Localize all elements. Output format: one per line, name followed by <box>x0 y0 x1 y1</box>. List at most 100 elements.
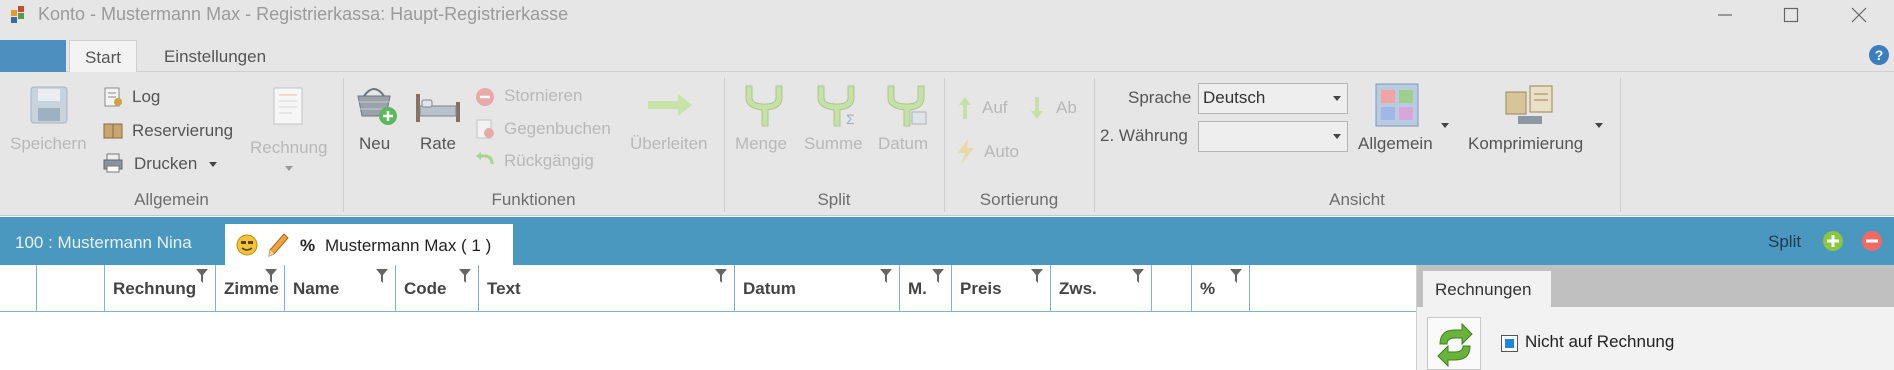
sprache-select[interactable]: Deutsch <box>1198 83 1348 114</box>
grid-col-code[interactable]: Code <box>396 265 479 312</box>
ribbon-tab-strip: Start Einstellungen ? <box>0 30 1894 73</box>
stornieren-button[interactable]: Stornieren <box>504 86 582 106</box>
pencil-icon <box>268 233 289 257</box>
grid-col-11[interactable] <box>1152 265 1192 312</box>
split-label: Split <box>1768 232 1802 251</box>
compression-icon <box>1505 85 1553 124</box>
grid-col-percent[interactable]: % <box>1192 265 1250 312</box>
filter-icon[interactable] <box>1031 269 1043 283</box>
invoice-icon <box>273 87 303 125</box>
sort-auto-button[interactable]: Auto <box>984 142 1019 162</box>
ribbon: Speichern Log Reservierung Drucken Rechn… <box>0 72 1894 216</box>
chevron-down-icon <box>1333 134 1341 139</box>
reservierung-button[interactable]: Reservierung <box>132 121 233 141</box>
minimize-button[interactable] <box>1690 0 1760 30</box>
grid-col-menge[interactable]: M. <box>900 265 952 312</box>
help-icon[interactable]: ? <box>1868 44 1890 66</box>
chevron-down-icon <box>1333 96 1341 101</box>
title-bar: Konto - Mustermann Max - Registrierkassa… <box>0 0 1894 30</box>
group-label-allgemein: Allgemein <box>134 190 209 209</box>
filter-icon[interactable] <box>1132 269 1144 283</box>
allgemein-view-button[interactable]: Allgemein <box>1358 134 1433 154</box>
datum-button[interactable]: Datum <box>878 134 928 154</box>
arrow-down-icon <box>1031 97 1043 119</box>
close-button[interactable] <box>1824 0 1894 30</box>
filter-icon[interactable] <box>196 269 208 283</box>
counter-booking-icon <box>476 119 494 139</box>
group-separator <box>1620 78 1621 212</box>
refresh-button[interactable] <box>1427 317 1481 370</box>
invoice-panel-tabbar: Rechnungen <box>1417 265 1894 307</box>
split-date-icon <box>887 85 927 127</box>
percent-symbol: % <box>300 236 316 255</box>
window-title: Konto - Mustermann Max - Registrierkassa… <box>38 4 569 24</box>
basket-add-icon <box>357 88 397 125</box>
account-tab-max-label: Mustermann Max ( 1 ) <box>325 236 492 255</box>
account-tab-nina[interactable]: 100 : Mustermann Nina <box>15 233 192 253</box>
add-split-icon[interactable] <box>1822 230 1844 252</box>
maximize-button[interactable] <box>1756 0 1826 30</box>
filter-icon[interactable] <box>1230 269 1242 283</box>
tab-start[interactable]: Start <box>69 40 137 73</box>
tab-einstellungen[interactable]: Einstellungen <box>150 40 280 73</box>
filter-icon[interactable] <box>880 269 892 283</box>
filter-icon[interactable] <box>265 269 277 283</box>
filter-icon[interactable] <box>459 269 471 283</box>
grid-col-0[interactable] <box>0 265 37 312</box>
nicht-auf-rechnung-checkbox[interactable] <box>1501 335 1518 352</box>
close-icon <box>1851 7 1867 23</box>
bed-icon <box>416 94 460 122</box>
undo-icon <box>476 152 494 165</box>
layout-icon <box>1375 83 1419 127</box>
grid-col-13[interactable] <box>1250 265 1416 312</box>
ueberleiten-button[interactable]: Überleiten <box>630 134 708 154</box>
komprimierung-button[interactable]: Komprimierung <box>1468 134 1583 154</box>
svg-text:Σ: Σ <box>846 111 855 127</box>
rate-button[interactable]: Rate <box>420 134 456 154</box>
minimize-icon <box>1718 14 1732 16</box>
chevron-down-icon <box>1595 123 1603 128</box>
rechnung-button[interactable]: Rechnung <box>250 138 328 158</box>
rueckgaengig-button[interactable]: Rückgängig <box>504 151 594 171</box>
account-tab-bar: 100 : Mustermann Nina % Mustermann Max (… <box>0 217 1894 265</box>
group-label-sortierung: Sortierung <box>979 190 1059 209</box>
arrow-up-icon <box>959 97 971 119</box>
split-quantity-icon <box>745 85 783 127</box>
filter-icon[interactable] <box>376 269 388 283</box>
summe-button[interactable]: Summe <box>804 134 863 154</box>
drucken-button[interactable]: Drucken <box>134 154 197 174</box>
save-icon <box>30 86 68 124</box>
gegenbuchen-button[interactable]: Gegenbuchen <box>504 119 611 139</box>
file-tab[interactable] <box>0 40 66 72</box>
sprache-label: Sprache <box>1128 88 1192 107</box>
refresh-icon <box>1437 322 1473 368</box>
group-label-ansicht: Ansicht <box>1329 190 1385 209</box>
sort-auf-button[interactable]: Auf <box>982 98 1008 118</box>
grid-col-preis[interactable]: Preis <box>952 265 1051 312</box>
grid-col-datum[interactable]: Datum <box>735 265 900 312</box>
menge-button[interactable]: Menge <box>735 134 787 154</box>
account-tab-max[interactable]: % Mustermann Max ( 1 ) <box>225 224 513 265</box>
grid-col-rechnung[interactable]: Rechnung <box>105 265 216 312</box>
sort-ab-button[interactable]: Ab <box>1056 98 1077 118</box>
split-sum-icon: Σ <box>817 85 855 127</box>
grid-col-zimmer[interactable]: Zimmer <box>216 265 285 312</box>
grid-header: Rechnung Zimmer Name Code Text Datum M. <box>0 265 1416 312</box>
save-button[interactable]: Speichern <box>10 134 87 154</box>
grid-col-name[interactable]: Name <box>285 265 396 312</box>
neu-button[interactable]: Neu <box>359 134 390 154</box>
remove-split-icon[interactable] <box>1861 230 1883 252</box>
grid-col-zws[interactable]: Zws. <box>1051 265 1152 312</box>
waehrung-select[interactable] <box>1198 121 1348 152</box>
transfer-arrow-icon <box>648 94 692 116</box>
grid-col-text[interactable]: Text <box>479 265 735 312</box>
tab-rechnungen[interactable]: Rechnungen <box>1423 271 1551 307</box>
nicht-auf-rechnung-label: Nicht auf Rechnung <box>1525 332 1675 351</box>
chevron-down-icon <box>1441 123 1449 128</box>
filter-icon[interactable] <box>715 269 727 283</box>
grid-col-1[interactable] <box>37 265 105 312</box>
group-label-funktionen: Funktionen <box>491 190 576 209</box>
filter-icon[interactable] <box>932 269 944 283</box>
log-button[interactable]: Log <box>132 87 160 107</box>
group-label-split: Split <box>817 190 851 209</box>
